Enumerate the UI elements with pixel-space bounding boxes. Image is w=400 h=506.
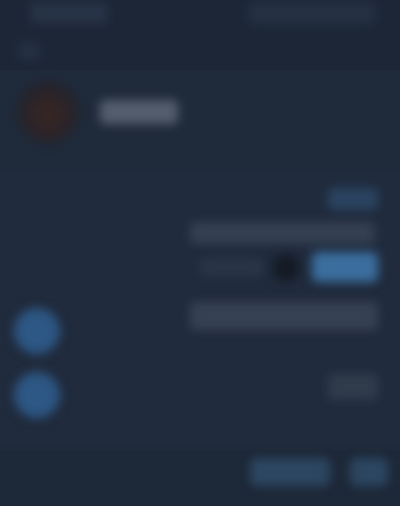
- meta-label: [328, 374, 378, 400]
- profile-section: [0, 78, 400, 168]
- avatar[interactable]: [18, 82, 78, 142]
- bottom-secondary-button[interactable]: [350, 458, 388, 486]
- top-bar: [0, 0, 400, 70]
- bottom-primary-button[interactable]: [250, 458, 330, 486]
- blue-circle-icon[interactable]: [14, 308, 60, 354]
- main-content: [0, 172, 400, 442]
- back-control[interactable]: [18, 42, 40, 60]
- top-right-control[interactable]: [248, 2, 376, 24]
- action-button[interactable]: [312, 252, 378, 282]
- status-chip[interactable]: [328, 188, 378, 210]
- profile-name: [100, 100, 178, 124]
- message-line-3: [190, 302, 378, 330]
- dot-icon: [272, 254, 300, 282]
- message-line-1: [190, 222, 375, 244]
- bottom-bar: [0, 450, 400, 506]
- app-screen: [0, 0, 400, 506]
- blue-circle-icon-2[interactable]: [14, 372, 60, 418]
- message-line-2: [200, 258, 264, 276]
- top-left-control[interactable]: [30, 2, 108, 24]
